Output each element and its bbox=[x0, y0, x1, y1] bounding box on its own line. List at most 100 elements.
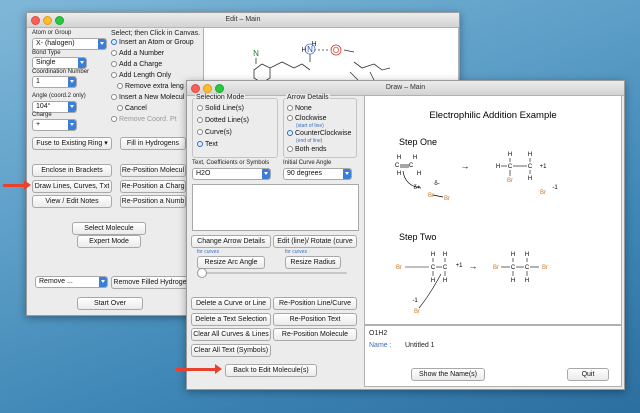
coord-number-select[interactable]: 1 bbox=[32, 76, 77, 88]
s2p-h2: H bbox=[525, 252, 529, 258]
s1-h1: H bbox=[397, 155, 401, 161]
text-label: Text, Coefficients or Symbols bbox=[192, 160, 270, 166]
delete-text-selection-button[interactable]: Delete a Text Selection bbox=[191, 313, 271, 326]
fill-hydrogens-button[interactable]: Fill in Hydrogens bbox=[120, 137, 186, 150]
s1p-plus-one: +1 bbox=[540, 164, 548, 170]
s2-h2: H bbox=[443, 252, 447, 258]
mode-dotted-lines[interactable]: Dotted Line(s) bbox=[197, 116, 249, 126]
s1-br2: Br bbox=[444, 196, 450, 202]
reposition-text-button[interactable]: Re-Position Text bbox=[273, 313, 357, 326]
for-curves-hint-1: for curves bbox=[197, 249, 219, 255]
reposition-charge-button[interactable]: Re-Position a Charg bbox=[120, 180, 186, 193]
draw-window: Draw – Main Selection Mode Solid Line(s)… bbox=[186, 80, 625, 390]
close-button[interactable] bbox=[191, 84, 200, 93]
delete-curve-line-button[interactable]: Delete a Curve or Line bbox=[191, 297, 271, 310]
option-insert-new-molecule[interactable]: Insert a New Molecul bbox=[111, 93, 184, 103]
minimize-button[interactable] bbox=[203, 84, 212, 93]
text-area[interactable] bbox=[192, 184, 359, 231]
remove-select[interactable]: Remove ... bbox=[35, 276, 108, 288]
edit-window-title: Edit – Main bbox=[225, 16, 261, 23]
resize-radius-button[interactable]: Resize Radius bbox=[285, 256, 341, 269]
s2-br-ion: Br bbox=[414, 309, 420, 315]
s1p-minus-one: -1 bbox=[552, 185, 558, 191]
arrow-both-ends[interactable]: Both ends bbox=[287, 145, 327, 155]
option-remove-coord-pt[interactable]: Remove Coord. Pt bbox=[111, 115, 177, 125]
mode-curves[interactable]: Curve(s) bbox=[197, 128, 232, 138]
s2-c2: C bbox=[443, 265, 448, 271]
quit-button[interactable]: Quit bbox=[567, 368, 609, 381]
close-button[interactable] bbox=[31, 16, 40, 25]
option-add-charge[interactable]: Add a Charge bbox=[111, 60, 162, 70]
s1-h2: H bbox=[397, 171, 401, 177]
minimize-button[interactable] bbox=[43, 16, 52, 25]
diagram-title: Electrophilic Addition Example bbox=[429, 110, 556, 121]
s2-h4: H bbox=[443, 278, 447, 284]
s2-reaction-arrow: → bbox=[469, 261, 478, 271]
atom-o: O bbox=[333, 46, 339, 55]
text-select[interactable]: H2O bbox=[192, 168, 271, 180]
reposition-number-button[interactable]: Re-Position a Numb bbox=[120, 195, 186, 208]
chevron-down-icon bbox=[78, 58, 86, 68]
back-to-edit-molecule-button[interactable]: Back to Edit Molecule(s) bbox=[225, 364, 317, 377]
enclose-brackets-button[interactable]: Enclose in Brackets bbox=[32, 164, 112, 177]
atom-n-1: N bbox=[253, 49, 259, 58]
option-add-length[interactable]: Add Length Only bbox=[111, 71, 171, 81]
coord-number-label: Coordination Number bbox=[32, 69, 90, 75]
expert-mode-button[interactable]: Expert Mode bbox=[77, 235, 141, 248]
s1p-h3: H bbox=[496, 164, 500, 170]
reposition-molecule-button[interactable]: Re-Position Molecul bbox=[120, 164, 186, 177]
name-value: Untitled 1 bbox=[405, 342, 435, 349]
bond-type-select[interactable]: Single bbox=[32, 57, 87, 69]
chevron-down-icon bbox=[99, 277, 107, 287]
option-remove-extra-length[interactable]: Remove extra leng bbox=[117, 82, 184, 92]
option-cancel[interactable]: Cancel bbox=[117, 104, 147, 114]
atom-group-select[interactable]: X- (halogen) bbox=[32, 38, 107, 50]
zoom-button[interactable] bbox=[55, 16, 64, 25]
s1-delta-minus: δ- bbox=[434, 181, 439, 187]
mode-text[interactable]: Text bbox=[197, 140, 218, 150]
arrow-none[interactable]: None bbox=[287, 104, 312, 114]
draw-lines-curves-button[interactable]: Draw Lines, Curves, Txt bbox=[32, 180, 112, 193]
s1p-c1: C bbox=[508, 164, 513, 170]
atom-group-label: Atom or Group bbox=[32, 30, 72, 36]
arrow-ccw-hint: (end of line) bbox=[296, 138, 323, 144]
change-arrow-details-button[interactable]: Change Arrow Details bbox=[191, 235, 271, 248]
fuse-ring-button[interactable]: Fuse to Existing Ring ▾ bbox=[32, 137, 112, 150]
chevron-down-icon bbox=[68, 102, 76, 112]
show-names-button[interactable]: Show the Name(s) bbox=[411, 368, 485, 381]
start-over-button[interactable]: Start Over bbox=[77, 297, 143, 310]
s2-plus-one: +1 bbox=[456, 263, 464, 269]
view-edit-notes-button[interactable]: View / Edit Notes bbox=[32, 195, 112, 208]
mode-solid-lines[interactable]: Solid Line(s) bbox=[197, 104, 244, 114]
molecule-drawing: N H N H O bbox=[253, 41, 391, 84]
step-one-label: Step One bbox=[399, 137, 437, 147]
reposition-molecule-button[interactable]: Re-Position Molecule bbox=[273, 328, 357, 341]
select-molecule-button[interactable]: Select Molecule bbox=[72, 222, 146, 235]
s2p-h4: H bbox=[525, 278, 529, 284]
reposition-line-curve-button[interactable]: Re-Position Line/Curve bbox=[273, 297, 357, 310]
curve-angle-select[interactable]: 90 degrees bbox=[283, 168, 352, 180]
red-arrow-draw-lines bbox=[3, 180, 31, 190]
formula-text: O1H2 bbox=[369, 330, 388, 337]
option-insert-atom[interactable]: Insert an Atom or Group bbox=[111, 38, 194, 48]
charge-select[interactable]: + bbox=[32, 119, 77, 131]
edit-rotate-curve-button[interactable]: Edit (line)/ Rotate (curve bbox=[273, 235, 357, 248]
clear-all-curves-lines-button[interactable]: Clear All Curves & Lines bbox=[191, 328, 271, 341]
chevron-down-icon bbox=[98, 39, 106, 49]
option-add-number[interactable]: Add a Number bbox=[111, 49, 164, 59]
slider-handle[interactable] bbox=[197, 268, 207, 278]
selection-mode-label: Selection Mode bbox=[195, 94, 246, 101]
slider-track[interactable] bbox=[197, 272, 347, 274]
zoom-button[interactable] bbox=[215, 84, 224, 93]
chevron-down-icon bbox=[343, 169, 351, 179]
clear-all-text-button[interactable]: Clear All Text (Symbols) bbox=[191, 344, 271, 357]
chevron-down-icon bbox=[68, 77, 76, 87]
s2-br1: Br bbox=[396, 265, 402, 271]
resize-arc-angle-button[interactable]: Resize Arc Angle bbox=[197, 256, 265, 269]
s2p-h1: H bbox=[511, 252, 515, 258]
draw-canvas[interactable]: Electrophilic Addition Example Step One … bbox=[364, 95, 622, 325]
s1p-c2: C bbox=[528, 164, 533, 170]
remove-filled-hydrogens-button[interactable]: Remove Filled Hydroge bbox=[111, 276, 189, 289]
charge-label: Charge bbox=[32, 112, 52, 118]
s1p-h2: H bbox=[528, 152, 532, 158]
